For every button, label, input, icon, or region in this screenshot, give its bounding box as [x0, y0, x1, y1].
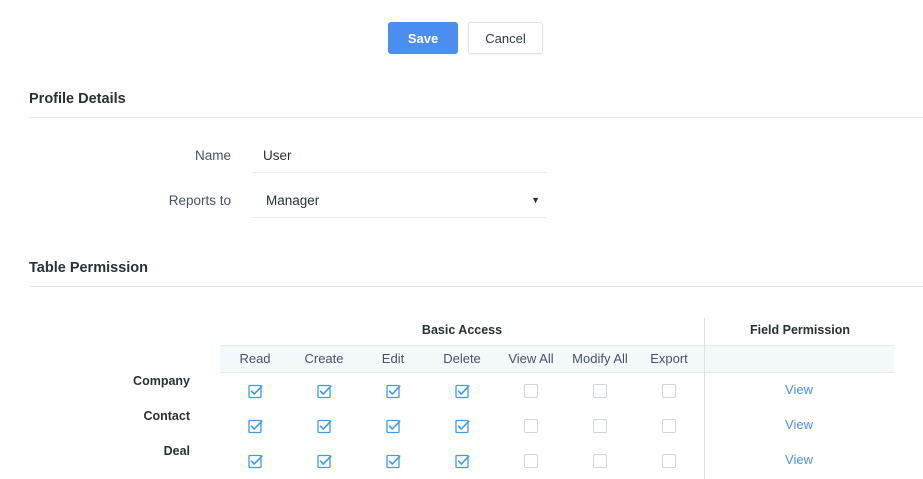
profile-details-title: Profile Details — [29, 91, 126, 107]
reports-to-label: Reports to — [168, 193, 231, 208]
column-header-edit: Edit — [381, 351, 405, 366]
field-permission-header: Field Permission — [749, 323, 851, 337]
column-divider — [704, 318, 705, 479]
deal-edit-checkbox[interactable] — [386, 454, 401, 469]
deal-view-all-checkbox[interactable] — [524, 454, 538, 468]
company-export-checkbox[interactable] — [662, 384, 676, 398]
cancel-button[interactable]: Cancel — [468, 22, 543, 54]
contact-edit-checkbox[interactable] — [386, 419, 401, 434]
company-modify-all-checkbox[interactable] — [593, 384, 607, 398]
company-view-all-checkbox[interactable] — [524, 384, 538, 398]
company-field-permission-view-link[interactable]: View — [769, 382, 829, 397]
table-permission-title: Table Permission — [29, 260, 148, 276]
column-header-create: Create — [304, 351, 344, 366]
contact-delete-checkbox[interactable] — [455, 419, 470, 434]
column-header-delete: Delete — [443, 351, 481, 366]
deal-read-checkbox[interactable] — [248, 454, 263, 469]
contact-modify-all-checkbox[interactable] — [593, 419, 607, 433]
column-header-read: Read — [239, 351, 271, 366]
name-field[interactable]: User — [252, 139, 546, 173]
deal-modify-all-checkbox[interactable] — [593, 454, 607, 468]
contact-read-checkbox[interactable] — [248, 419, 263, 434]
save-button[interactable]: Save — [388, 22, 458, 54]
contact-export-checkbox[interactable] — [662, 419, 676, 433]
column-header-modify-all: Modify All — [572, 351, 628, 366]
company-delete-checkbox[interactable] — [455, 384, 470, 399]
deal-delete-checkbox[interactable] — [455, 454, 470, 469]
contact-field-permission-view-link[interactable]: View — [769, 417, 829, 432]
company-read-checkbox[interactable] — [248, 384, 263, 399]
permission-divider — [29, 286, 923, 287]
caret-down-icon: ▼ — [531, 195, 540, 205]
column-header-export: Export — [650, 351, 688, 366]
name-label: Name — [194, 148, 231, 163]
profile-divider — [29, 117, 923, 118]
basic-access-header: Basic Access — [421, 323, 503, 337]
row-label-company: Company — [133, 374, 190, 388]
reports-to-select[interactable]: Manager ▼ — [252, 184, 546, 218]
row-label-deal: Deal — [163, 444, 190, 458]
contact-view-all-checkbox[interactable] — [524, 419, 538, 433]
company-edit-checkbox[interactable] — [386, 384, 401, 399]
company-create-checkbox[interactable] — [317, 384, 332, 399]
column-header-view-all: View All — [508, 351, 554, 366]
deal-export-checkbox[interactable] — [662, 454, 676, 468]
contact-create-checkbox[interactable] — [317, 419, 332, 434]
row-label-contact: Contact — [143, 409, 190, 423]
reports-to-value: Manager — [266, 193, 320, 208]
deal-create-checkbox[interactable] — [317, 454, 332, 469]
deal-field-permission-view-link[interactable]: View — [769, 452, 829, 467]
